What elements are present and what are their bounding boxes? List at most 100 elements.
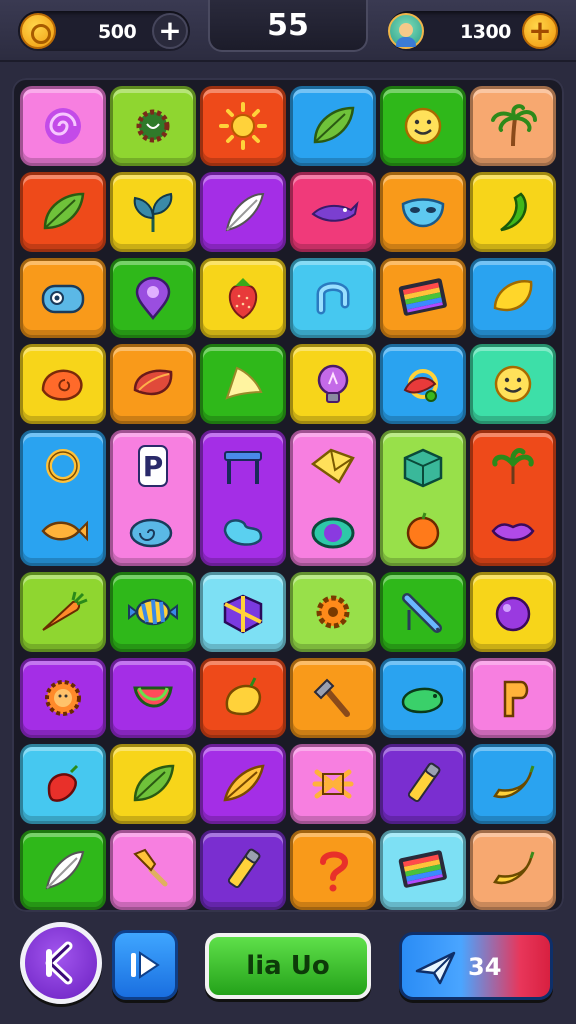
tile[interactable]	[20, 258, 106, 338]
tile[interactable]	[380, 172, 466, 252]
tile[interactable]	[290, 344, 376, 424]
tile[interactable]	[110, 172, 196, 252]
marker-icon	[407, 762, 441, 803]
tile[interactable]	[110, 86, 196, 166]
avatar[interactable]	[388, 13, 424, 49]
tile[interactable]	[110, 658, 196, 738]
tile[interactable]	[20, 744, 106, 824]
tile[interactable]	[290, 744, 376, 824]
tile[interactable]	[380, 830, 466, 910]
tile[interactable]	[200, 744, 286, 824]
gem-counter: 1300 +	[388, 11, 560, 51]
cheese-icon	[225, 366, 263, 400]
leaf-icon	[133, 764, 175, 802]
turtle-icon	[401, 687, 444, 714]
tile[interactable]	[290, 86, 376, 166]
tile[interactable]	[470, 830, 556, 910]
tile[interactable]	[200, 258, 286, 338]
tile[interactable]	[200, 658, 286, 738]
tile[interactable]	[290, 172, 376, 252]
tile[interactable]	[110, 830, 196, 910]
tile[interactable]	[290, 572, 376, 652]
envelope-icon	[310, 448, 355, 484]
banana-leaf-icon	[223, 764, 265, 802]
skip-button[interactable]	[112, 930, 178, 1000]
level-number: 55	[267, 7, 309, 43]
rainbow-book-icon	[398, 850, 447, 888]
tile[interactable]	[380, 430, 466, 566]
camera-creature-icon	[41, 284, 85, 314]
tile[interactable]	[470, 344, 556, 424]
chili-pepper-icon	[47, 764, 79, 802]
tile[interactable]	[470, 258, 556, 338]
coin-count: 500	[98, 21, 137, 43]
tile[interactable]	[290, 830, 376, 910]
add-gems-button[interactable]: +	[522, 13, 558, 49]
sun-icon	[219, 102, 267, 150]
pinwheel-icon	[312, 769, 354, 799]
potion-icon	[311, 517, 355, 548]
paper-plane-icon	[415, 951, 456, 985]
lemon-icon	[493, 279, 533, 312]
tile[interactable]	[290, 658, 376, 738]
tile[interactable]	[380, 344, 466, 424]
tile[interactable]	[290, 258, 376, 338]
tile[interactable]	[200, 572, 286, 652]
tile[interactable]	[200, 344, 286, 424]
add-coins-button[interactable]: +	[152, 13, 188, 49]
tile[interactable]	[380, 658, 466, 738]
tile[interactable]	[380, 744, 466, 824]
coin-counter: 500 +	[18, 11, 190, 51]
back-button[interactable]	[20, 922, 102, 1004]
hammer-icon	[313, 678, 350, 717]
leaf-icon	[43, 192, 85, 230]
tile[interactable]	[110, 744, 196, 824]
tile[interactable]	[470, 430, 556, 566]
tile[interactable]	[20, 430, 106, 566]
tile[interactable]	[200, 172, 286, 252]
watermelon-icon	[133, 686, 173, 708]
leaf-icon	[313, 106, 355, 144]
tile[interactable]	[110, 572, 196, 652]
tile[interactable]	[470, 744, 556, 824]
feather-icon	[45, 850, 85, 890]
flower-icon	[403, 369, 438, 402]
svg-text:P: P	[143, 450, 164, 483]
tile[interactable]	[470, 86, 556, 166]
lips-icon	[491, 522, 535, 541]
tile[interactable]	[110, 344, 196, 424]
tile[interactable]	[380, 572, 466, 652]
tile[interactable]	[470, 172, 556, 252]
tile[interactable]: P	[110, 430, 196, 566]
carrot-icon	[42, 591, 88, 631]
tile[interactable]	[110, 258, 196, 338]
tile[interactable]	[20, 344, 106, 424]
tile[interactable]	[380, 258, 466, 338]
gear-icon	[316, 595, 350, 629]
tile[interactable]	[470, 572, 556, 652]
tile[interactable]	[20, 830, 106, 910]
chestnut-icon	[133, 369, 173, 396]
tile[interactable]	[380, 86, 466, 166]
tile[interactable]	[200, 86, 286, 166]
action-button[interactable]: lia Uo	[205, 933, 371, 999]
tile[interactable]	[290, 430, 376, 566]
strawberry-icon	[228, 278, 258, 320]
hint-button[interactable]: 34	[399, 932, 553, 1000]
tile[interactable]	[200, 830, 286, 910]
tile[interactable]	[20, 572, 106, 652]
hint-count: 34	[468, 953, 502, 981]
table-icon	[224, 450, 262, 484]
tile[interactable]	[470, 658, 556, 738]
tile[interactable]	[20, 172, 106, 252]
palm-leaf-icon	[492, 447, 534, 484]
tile[interactable]	[20, 658, 106, 738]
question-icon	[320, 851, 349, 892]
tile[interactable]	[200, 430, 286, 566]
tile[interactable]	[20, 86, 106, 166]
cube-icon	[403, 448, 443, 487]
bird-icon	[311, 200, 359, 222]
mask-icon	[401, 198, 445, 228]
broom-icon	[133, 848, 168, 887]
plant-icon	[133, 192, 173, 232]
